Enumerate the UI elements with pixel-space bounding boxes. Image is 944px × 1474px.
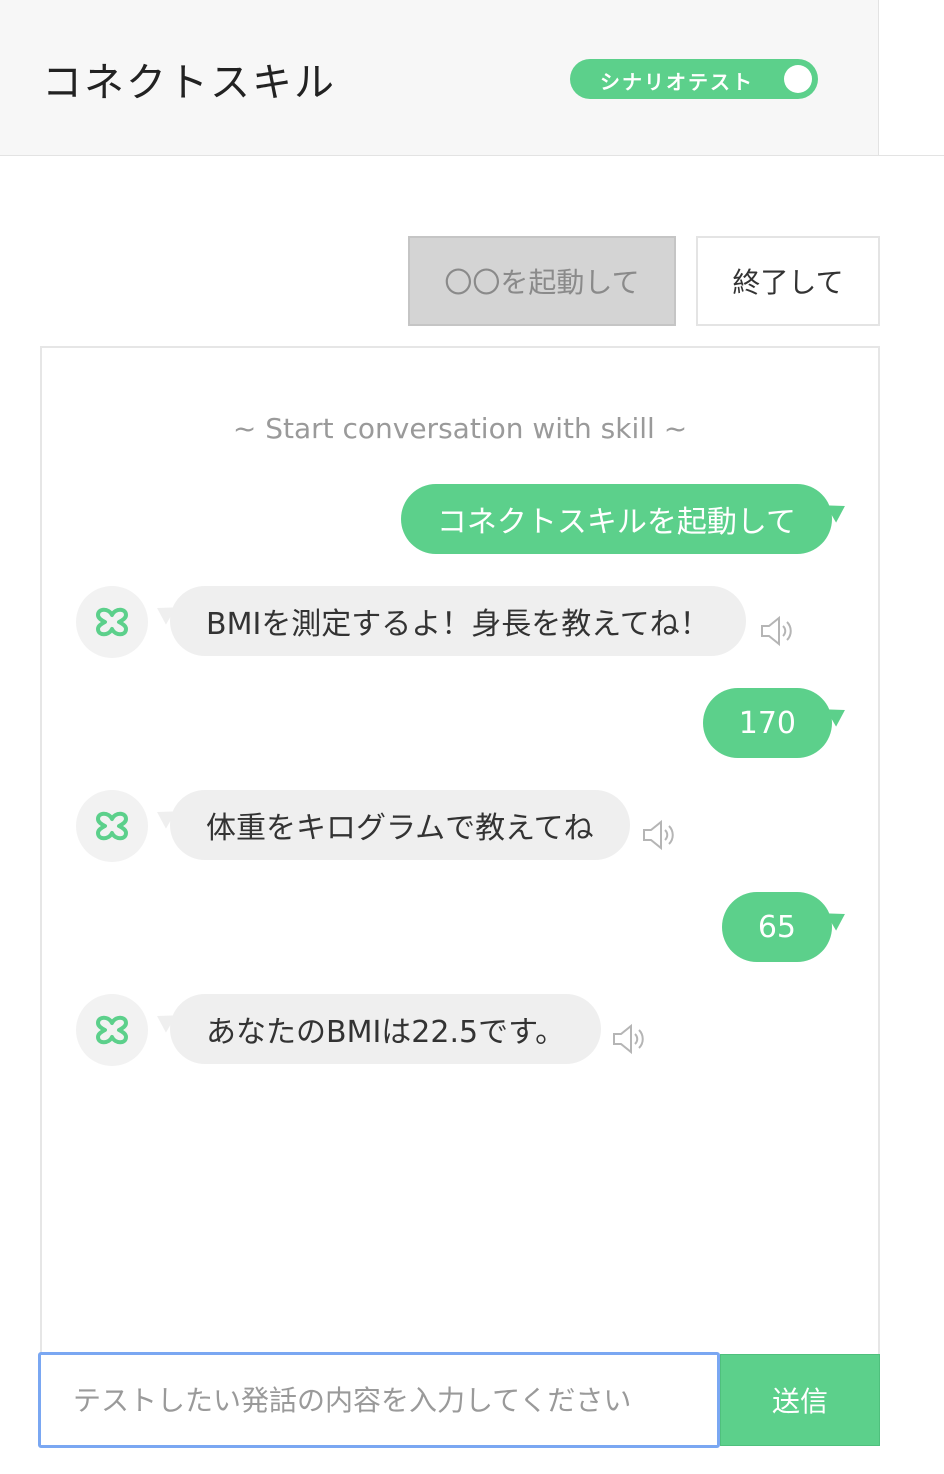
bot-message: 体重をキログラムで教えてね — [170, 790, 630, 860]
scenario-test-toggle[interactable]: シナリオテスト — [570, 59, 818, 99]
user-message: コネクトスキルを起動して — [400, 484, 832, 554]
header-divider — [878, 0, 879, 156]
page-title: コネクトスキル — [42, 60, 336, 106]
speaker-icon[interactable] — [640, 818, 678, 852]
bot-message: BMIを測定するよ！身長を教えてね！ — [170, 586, 746, 656]
bot-message: あなたのBMIは22.5です。 — [170, 994, 602, 1064]
user-message: 170 — [702, 688, 832, 758]
clover-icon — [96, 1015, 128, 1045]
bot-avatar — [76, 586, 148, 658]
chat-panel[interactable]: ~ Start conversation with skill ~ コネクトスキ… — [40, 346, 880, 1356]
launch-skill-button[interactable]: 〇〇を起動して — [408, 236, 676, 326]
clover-icon — [96, 607, 128, 637]
clover-icon — [96, 811, 128, 841]
bot-avatar — [76, 790, 148, 862]
speaker-icon[interactable] — [758, 614, 796, 648]
header-right-panel — [879, 0, 944, 156]
user-message: 65 — [721, 892, 832, 962]
end-skill-button[interactable]: 終了して — [696, 236, 880, 326]
toggle-knob — [784, 65, 812, 93]
conversation-start-text: ~ Start conversation with skill ~ — [232, 412, 688, 445]
bot-avatar — [76, 994, 148, 1066]
send-button[interactable]: 送信 — [720, 1354, 880, 1446]
utterance-input[interactable] — [38, 1352, 720, 1448]
speaker-icon[interactable] — [610, 1022, 648, 1056]
scenario-test-toggle-label: シナリオテスト — [600, 70, 754, 94]
